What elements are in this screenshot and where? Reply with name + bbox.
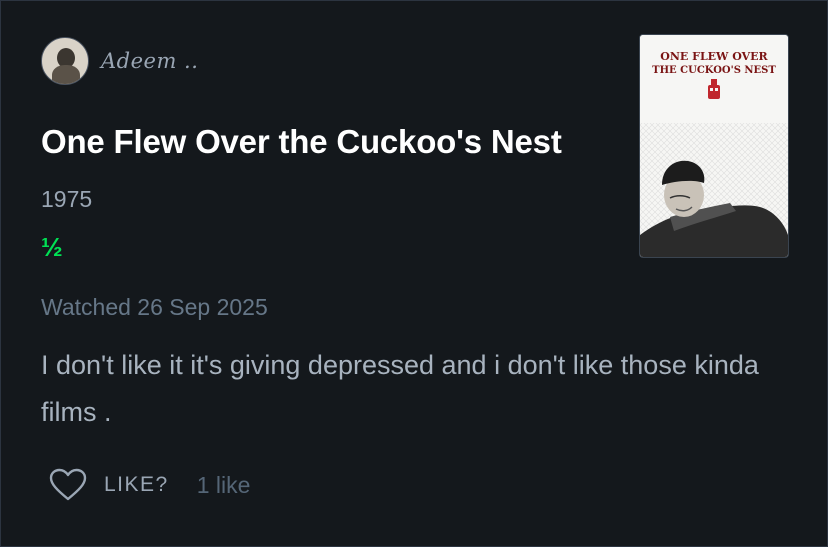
author-name[interactable]: Adeem .. — [101, 49, 198, 73]
user-avatar[interactable] — [41, 37, 89, 85]
poster-title-line2: THE CUCKOO'S NEST — [652, 65, 776, 76]
like-count[interactable]: 1 like — [197, 472, 251, 499]
star-rating: ½ — [41, 232, 63, 262]
poster-title-line1: ONE FLEW OVER — [660, 50, 768, 63]
film-poster[interactable]: ONE FLEW OVER THE CUCKOO'S NEST — [639, 34, 789, 258]
like-actions: LIKE? 1 like — [49, 467, 250, 503]
like-button[interactable]: LIKE? — [104, 473, 169, 497]
review-author[interactable]: Adeem .. — [41, 37, 198, 85]
heart-icon[interactable] — [49, 468, 87, 502]
watched-date: Watched 26 Sep 2025 — [41, 294, 268, 320]
poster-art: ONE FLEW OVER THE CUCKOO'S NEST — [640, 35, 788, 257]
review-card: Adeem .. One Flew Over the Cuckoo's Nest… — [0, 0, 828, 547]
film-title[interactable]: One Flew Over the Cuckoo's Nest — [41, 123, 562, 161]
film-year[interactable]: 1975 — [41, 186, 92, 213]
avatar-body — [52, 65, 80, 84]
review-text: I don't like it it's giving depressed an… — [41, 350, 759, 427]
